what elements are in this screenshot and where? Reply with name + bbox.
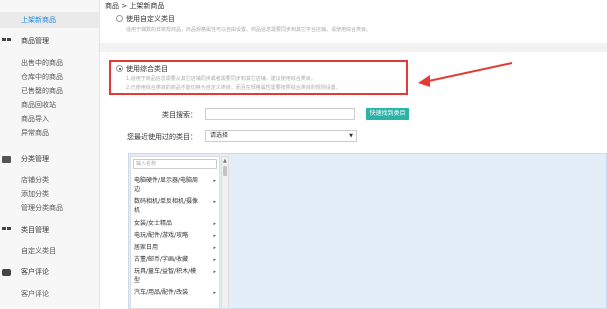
sidebar-item-sold-out[interactable]: 已售罄的商品 xyxy=(21,85,63,97)
category-item[interactable]: 玩具/童车/益智/积木/模 ▸ xyxy=(134,268,216,276)
chevron-right-icon: ▸ xyxy=(213,290,216,296)
category-filter-input[interactable]: 输入名称 xyxy=(133,159,217,169)
sidebar-group-class-management[interactable]: 类目管理 xyxy=(0,223,100,237)
category-item-cont: 型 xyxy=(134,277,216,285)
category-item[interactable]: 电玩/配件/游戏/攻略 ▸ xyxy=(134,232,216,240)
category-item-label: 居家日用 xyxy=(134,244,159,251)
category-item-label: 机 xyxy=(134,207,141,214)
category-item-cont: 机 xyxy=(134,207,216,215)
chat-icon xyxy=(2,269,11,276)
category-item[interactable]: 居家日用 ▸ xyxy=(134,244,216,252)
category-item-label: 汽车/用品/配件/改装 xyxy=(134,289,189,296)
category-list: 输入名称 电脑硬件/显示器/电脑周 ▸ 边 数码相机/单反相机/摄像 ▸ 机 女… xyxy=(130,156,220,309)
scrollbar-thumb[interactable] xyxy=(223,166,227,176)
custom-category-desc: 适用于偶数的非常规商品，商品规格属性可以自由设置。商品信息需要同步到其它平台店铺… xyxy=(126,27,372,33)
sidebar-item-on-sale[interactable]: 出售中的商品 xyxy=(21,57,63,69)
integrated-category-desc-2: 2.已使用综合类目的商品不能切换为自定义类目，而且在规格属性需要按照综合类目的规… xyxy=(126,85,341,91)
sidebar-group-category-management[interactable]: 分类管理 xyxy=(0,152,100,166)
scroll-up-icon[interactable]: ▲ xyxy=(223,158,227,164)
category-search-label: 类目搜索： xyxy=(162,111,197,119)
sidebar-item-custom-category[interactable]: 自定义类目 xyxy=(21,245,56,257)
sidebar-item-manage-category-products[interactable]: 管理分类商品 xyxy=(21,202,63,214)
recent-category-label: 您最近使用过的类目： xyxy=(127,133,197,141)
sidebar-group-product-management[interactable]: 商品管理 xyxy=(0,34,100,48)
chevron-right-icon: ▸ xyxy=(213,199,216,205)
category-item[interactable]: 数码相机/单反相机/摄像 ▸ xyxy=(134,198,216,206)
grid-icon xyxy=(2,227,11,234)
category-item-label: 型 xyxy=(134,277,141,284)
sidebar: 上架新商品 商品管理 出售中的商品 仓库中的商品 已售罄的商品 商品回收站 商品… xyxy=(0,0,100,309)
category-item-label: 古董/邮币/字画/收藏 xyxy=(134,256,189,263)
integrated-category-title: 使用综合类目 xyxy=(126,65,168,73)
chevron-right-icon: ▸ xyxy=(213,257,216,263)
breadcrumb: 商品 > 上架新商品 xyxy=(105,2,165,10)
category-search-input[interactable] xyxy=(205,108,355,120)
category-item[interactable]: 古董/邮币/字画/收藏 ▸ xyxy=(134,256,216,264)
sidebar-item-customer-reviews[interactable]: 客户评论 xyxy=(21,288,49,300)
folder-icon xyxy=(2,156,11,163)
category-item-label: 边 xyxy=(134,186,141,193)
category-item-label: 电玩/配件/游戏/攻略 xyxy=(134,232,189,239)
chevron-right-icon: ▸ xyxy=(213,245,216,251)
red-arrow-icon xyxy=(418,62,513,87)
category-item-cont: 边 xyxy=(134,186,216,194)
category-item[interactable]: 汽车/用品/配件/改装 ▸ xyxy=(134,289,216,297)
category-item[interactable]: 电脑硬件/显示器/电脑周 ▸ xyxy=(134,177,216,185)
category-item-label: 数码相机/单反相机/摄像 xyxy=(134,198,199,205)
sidebar-item-abnormal[interactable]: 异常商品 xyxy=(21,127,49,139)
sidebar-item-add-category[interactable]: 添加分类 xyxy=(21,188,49,200)
sidebar-group-customer-reviews[interactable]: 客户评论 xyxy=(0,265,100,279)
category-item-label: 女装/女士精品 xyxy=(134,220,173,227)
category-item-label: 电脑硬件/显示器/电脑周 xyxy=(134,177,199,184)
sidebar-item-new-product[interactable]: 上架新商品 xyxy=(0,12,100,28)
sidebar-item-warehouse[interactable]: 仓库中的商品 xyxy=(21,71,63,83)
section-divider xyxy=(100,43,607,52)
custom-category-radio[interactable] xyxy=(116,15,123,22)
grid-icon xyxy=(2,38,11,45)
chevron-right-icon: ▸ xyxy=(213,178,216,184)
chevron-right-icon: ▸ xyxy=(213,221,216,227)
sidebar-item-import[interactable]: 商品导入 xyxy=(21,113,49,125)
recent-category-value: 请选择 xyxy=(210,132,229,139)
category-scrollbar[interactable]: ▲ xyxy=(221,156,229,309)
category-item[interactable]: 女装/女士精品 ▸ xyxy=(134,220,216,228)
sidebar-item-recycle-bin[interactable]: 商品回收站 xyxy=(21,99,56,111)
quick-find-category-button[interactable]: 快速找到类目 xyxy=(366,108,409,120)
chevron-right-icon: ▸ xyxy=(213,233,216,239)
sidebar-item-shop-category[interactable]: 店铺分类 xyxy=(21,174,49,186)
integrated-category-desc-1: 1.适用于商品信息需要从其它店铺同步或者需要同步到其它店铺，建议使用综合类目。 xyxy=(126,76,316,82)
caret-down-icon: ▼ xyxy=(349,133,353,139)
category-item-label: 玩具/童车/益智/积木/模 xyxy=(134,268,197,275)
custom-category-title: 使用自定义类目 xyxy=(126,15,175,23)
integrated-category-radio[interactable] xyxy=(116,65,123,72)
recent-category-select[interactable]: 请选择 ▼ xyxy=(205,130,357,142)
chevron-right-icon: ▸ xyxy=(213,269,216,275)
